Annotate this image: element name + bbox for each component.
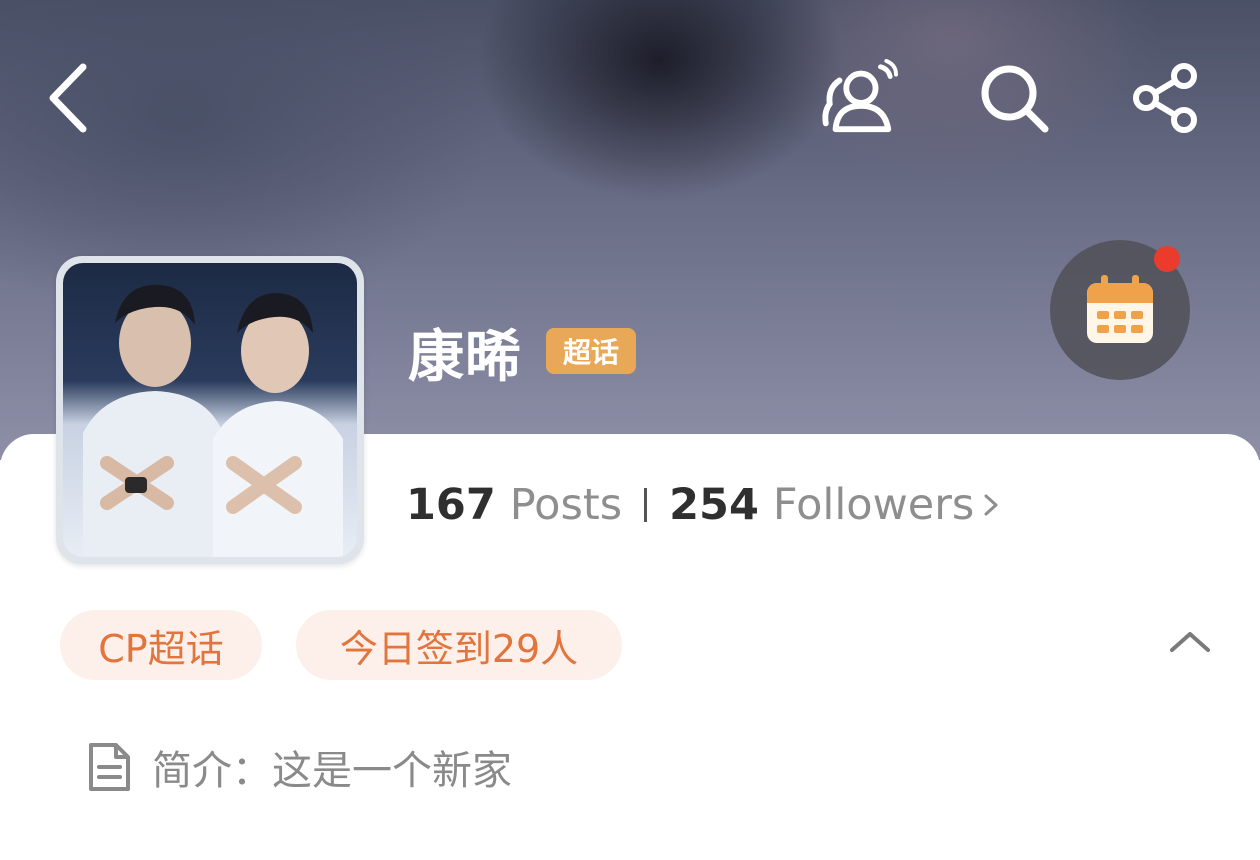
followers-count: 254 (669, 480, 759, 530)
checkin-count-tag[interactable]: 今日签到29人 (296, 610, 622, 680)
chevron-up-icon (1170, 632, 1210, 652)
search-icon (981, 65, 1049, 133)
posts-label: Posts (509, 480, 623, 530)
collapse-button[interactable] (1166, 626, 1214, 660)
back-icon (49, 63, 87, 133)
cp-supertopic-tag[interactable]: CP超话 (60, 610, 262, 680)
avatar-image (63, 263, 357, 557)
stats-divider (644, 488, 648, 522)
community-icon (822, 58, 898, 133)
document-icon (89, 743, 130, 791)
calendar-icon (1087, 275, 1153, 343)
back-button[interactable] (30, 58, 110, 138)
followers-label: Followers (772, 480, 975, 530)
chevron-right-icon (984, 494, 998, 516)
avatar[interactable] (56, 256, 364, 564)
notification-dot (1154, 246, 1180, 272)
supertopic-badge: 超话 (546, 328, 636, 374)
search-button[interactable] (974, 58, 1054, 138)
share-button[interactable] (1126, 58, 1206, 138)
stats-row[interactable]: 167 Posts 254 Followers (406, 480, 1002, 530)
share-icon (1133, 63, 1197, 133)
intro-text: 简介：这是一个新家 (152, 748, 512, 794)
intro-row: 简介：这是一个新家 (86, 738, 512, 796)
posts-count: 167 (406, 480, 496, 530)
topic-name: 康晞 (408, 325, 522, 390)
community-button[interactable] (818, 58, 898, 138)
